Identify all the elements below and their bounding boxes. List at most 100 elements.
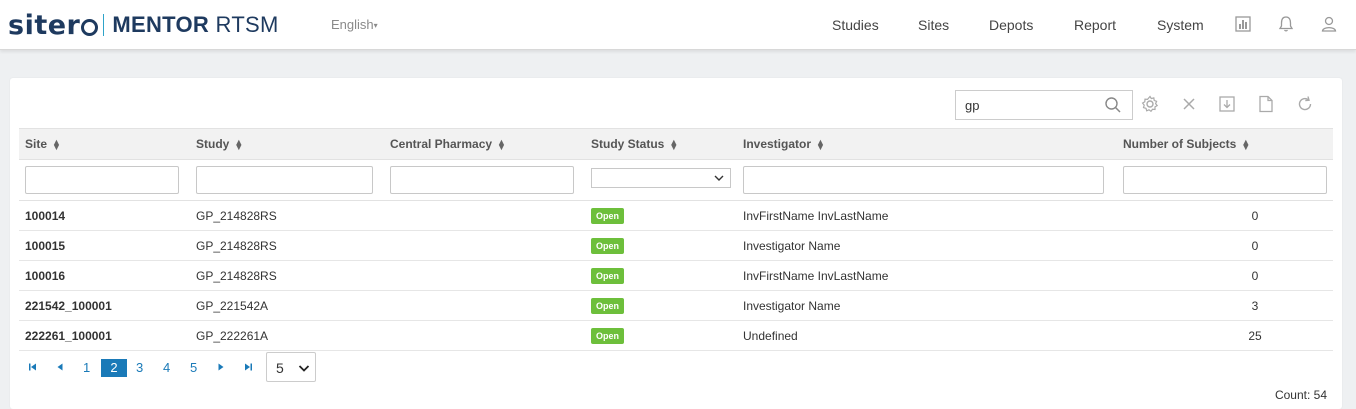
site-link[interactable]: 100014	[19, 200, 190, 231]
column-header-label: Site	[25, 137, 48, 151]
page-1-link[interactable]: 1	[83, 360, 90, 375]
page-4-link[interactable]: 4	[163, 360, 170, 375]
table-header-row: Site ▲ ▼ Study ▲ ▼ Central Pharmacy ▲ ▼ Study …	[19, 128, 1333, 160]
number-of-subjects-cell: 0	[1117, 200, 1333, 231]
page-5-link[interactable]: 5	[190, 360, 197, 375]
sort-icon[interactable]: ▲ ▼	[1241, 137, 1250, 151]
language-dropdown[interactable]: English▾	[331, 17, 378, 32]
nav-sites[interactable]: Sites	[918, 17, 949, 33]
status-badge: Open	[591, 207, 625, 224]
site-link[interactable]: 221542_100001	[19, 290, 190, 321]
download-icon[interactable]	[1217, 94, 1237, 114]
caret-down-icon: ▾	[373, 21, 378, 31]
status-badge: Open	[591, 297, 625, 314]
previous-page-icon[interactable]	[55, 362, 65, 372]
study-cell: GP_222261A	[190, 320, 384, 351]
page-2-current[interactable]: 2	[101, 359, 127, 377]
column-header-label: Study Status	[591, 137, 665, 151]
settings-icon[interactable]	[1140, 94, 1160, 114]
product-name-rest: RTSM	[215, 12, 279, 37]
number-of-subjects-cell: 0	[1117, 230, 1333, 261]
site-link[interactable]: 100016	[19, 260, 190, 291]
table-row: 100016 GP_214828RS Open InvFirstName Inv…	[19, 260, 1333, 291]
logo-brand: siterositer	[8, 9, 81, 41]
site-link[interactable]: 222261_100001	[19, 320, 190, 351]
last-page-icon[interactable]	[243, 362, 253, 372]
nav-system[interactable]: System	[1157, 17, 1204, 33]
column-header-investigator[interactable]: Investigator ▲ ▼	[737, 128, 1117, 160]
central-pharmacy-cell	[384, 260, 585, 291]
logo-separator	[103, 14, 105, 36]
study-status-filter-select[interactable]	[591, 168, 731, 188]
sort-icon[interactable]: ▲ ▼	[669, 137, 678, 151]
sort-icon[interactable]: ▲ ▼	[234, 137, 243, 151]
central-pharmacy-filter-input[interactable]	[390, 166, 574, 194]
page-size-value: 5	[276, 360, 284, 376]
clear-icon[interactable]	[1179, 94, 1199, 114]
study-cell: GP_214828RS	[190, 200, 384, 231]
table-row: 100015 GP_214828RS Open Investigator Nam…	[19, 230, 1333, 261]
status-badge: Open	[591, 237, 625, 254]
column-header-number-of-subjects[interactable]: Number of Subjects ▲ ▼	[1117, 128, 1333, 160]
logo[interactable]: siterositer MENTOR RTSM	[8, 9, 279, 41]
record-count: Count: 54	[1274, 388, 1327, 402]
language-label: English	[331, 17, 374, 32]
bell-icon[interactable]	[1277, 15, 1295, 33]
number-of-subjects-cell: 0	[1117, 260, 1333, 291]
chevron-down-icon	[714, 175, 724, 181]
study-cell: GP_221542A	[190, 290, 384, 321]
column-header-central-pharmacy[interactable]: Central Pharmacy ▲ ▼	[384, 128, 585, 160]
first-page-icon[interactable]	[28, 362, 38, 372]
study-cell: GP_214828RS	[190, 260, 384, 291]
status-badge: Open	[591, 267, 625, 284]
investigator-filter-input[interactable]	[743, 166, 1104, 194]
site-filter-input[interactable]	[25, 166, 179, 194]
nav-report[interactable]: Report	[1074, 17, 1116, 33]
study-status-cell: Open	[585, 320, 737, 351]
table-row: 221542_100001 GP_221542A Open Investigat…	[19, 290, 1333, 321]
site-link[interactable]: 100015	[19, 230, 190, 261]
column-header-label: Study	[196, 137, 230, 151]
sort-icon[interactable]: ▲ ▼	[816, 137, 825, 151]
next-page-icon[interactable]	[216, 362, 226, 372]
number-of-subjects-cell: 25	[1117, 320, 1333, 351]
column-header-study[interactable]: Study ▲ ▼	[190, 128, 384, 160]
sort-icon[interactable]: ▲ ▼	[497, 137, 506, 151]
refresh-icon[interactable]	[1295, 94, 1315, 114]
table-row: 222261_100001 GP_222261A Open Undefined …	[19, 320, 1333, 351]
page-3-link[interactable]: 3	[136, 360, 143, 375]
central-pharmacy-cell	[384, 320, 585, 351]
study-filter-input[interactable]	[196, 166, 373, 194]
logo-o-mark	[81, 18, 99, 36]
search-input-value: gp	[965, 98, 980, 113]
investigator-cell: Investigator Name	[737, 230, 1117, 261]
column-header-site[interactable]: Site ▲ ▼	[19, 128, 190, 160]
central-pharmacy-cell	[384, 200, 585, 231]
number-of-subjects-filter-input[interactable]	[1123, 166, 1327, 194]
column-header-label: Number of Subjects	[1123, 137, 1237, 151]
search-input[interactable]: gp	[955, 90, 1133, 120]
study-status-cell: Open	[585, 260, 737, 291]
user-icon[interactable]	[1320, 15, 1338, 33]
search-icon[interactable]	[1104, 96, 1122, 114]
study-status-cell: Open	[585, 290, 737, 321]
study-status-cell: Open	[585, 200, 737, 231]
nav-studies[interactable]: Studies	[832, 17, 879, 33]
investigator-cell: Investigator Name	[737, 290, 1117, 321]
chart-icon[interactable]	[1234, 15, 1252, 33]
product-name: MENTOR RTSM	[112, 12, 278, 38]
nav-depots[interactable]: Depots	[989, 17, 1033, 33]
central-pharmacy-cell	[384, 290, 585, 321]
study-cell: GP_214828RS	[190, 230, 384, 261]
column-header-label: Investigator	[743, 137, 812, 151]
file-icon[interactable]	[1256, 94, 1276, 114]
table-row: 100014 GP_214828RS Open InvFirstName Inv…	[19, 200, 1333, 231]
column-header-study-status[interactable]: Study Status ▲ ▼	[585, 128, 737, 160]
status-badge: Open	[591, 327, 625, 344]
top-navbar: siterositer MENTOR RTSM English▾ Studies…	[0, 0, 1356, 50]
sort-icon[interactable]: ▲ ▼	[52, 137, 61, 151]
sites-table: Site ▲ ▼ Study ▲ ▼ Central Pharmacy ▲ ▼ Study …	[19, 128, 1333, 351]
number-of-subjects-cell: 3	[1117, 290, 1333, 321]
page-size-select[interactable]: 5	[266, 352, 316, 382]
investigator-cell: Undefined	[737, 320, 1117, 351]
